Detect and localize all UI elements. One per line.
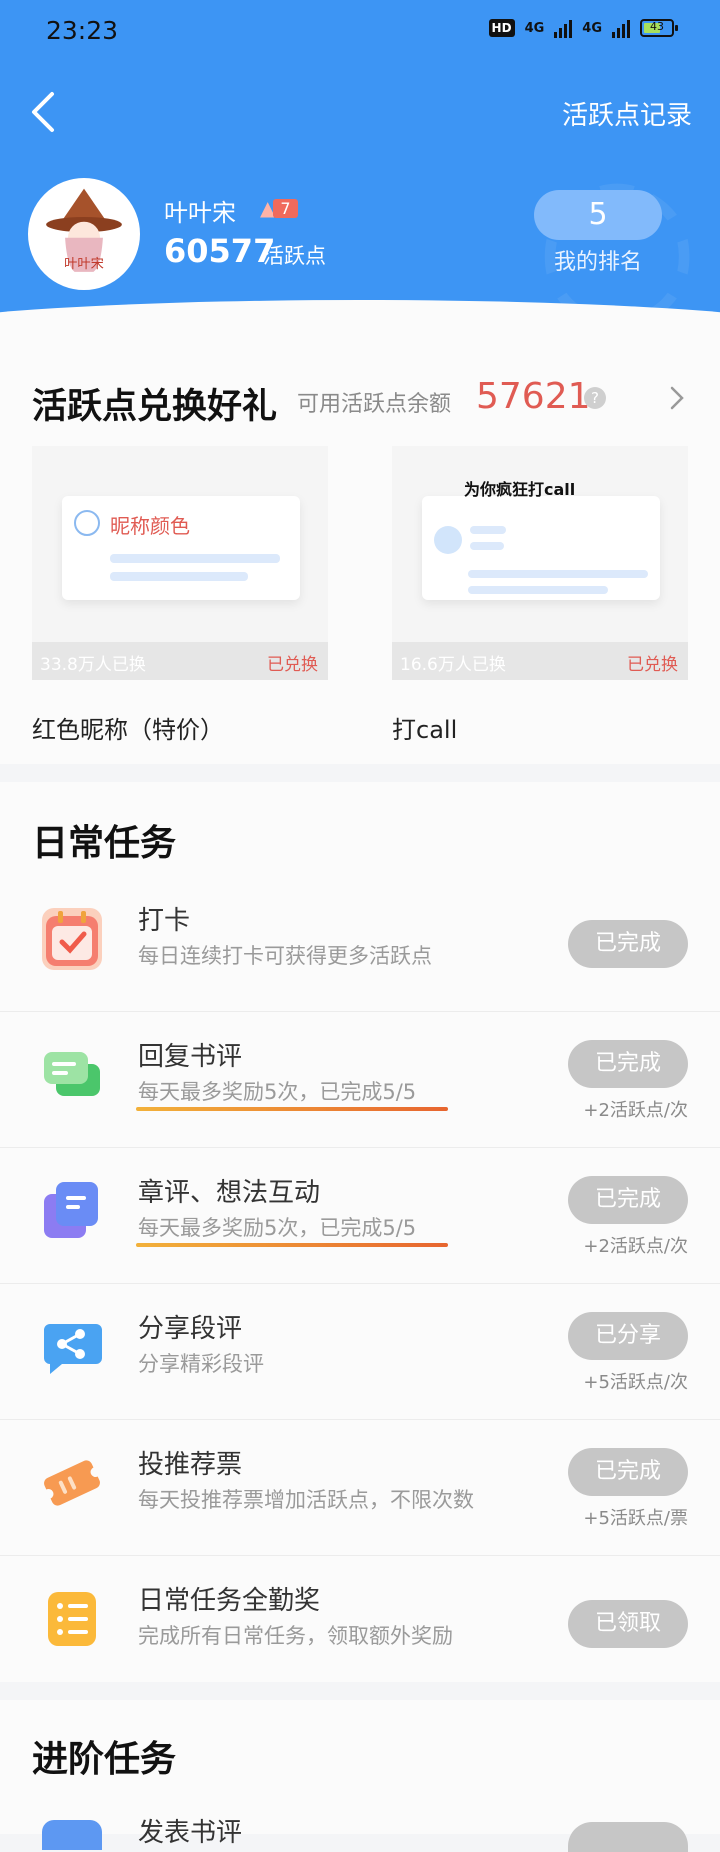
highlight-underline [136, 1107, 448, 1111]
fire-level: 7 [273, 198, 298, 218]
header-curve [0, 300, 720, 340]
task-reward: +2活跃点/次 [583, 1236, 688, 1257]
list-icon [42, 1588, 102, 1650]
task-name: 分享段评 [138, 1314, 243, 1344]
gift-footer: 33.8万人已换 已兑换 [32, 642, 328, 680]
task-desc: 每日连续打卡可获得更多活跃点 [138, 944, 432, 968]
preview-line [470, 526, 506, 534]
gift-name: 打call [392, 716, 458, 744]
gift-state: 已兑换 [267, 655, 318, 675]
gift-state: 已兑换 [627, 655, 678, 675]
task-full-attendance: 日常任务全勤奖 完成所有日常任务，领取额外奖励 已领取 [0, 1556, 720, 1692]
rank-value[interactable]: 5 [534, 190, 662, 240]
points-unit: 活跃点 [263, 244, 326, 268]
task-desc: 每天最多奖励5次，已完成5/5 [138, 1216, 417, 1240]
task-desc: 完成所有日常任务，领取额外奖励 [138, 1624, 453, 1648]
task-chapter-comment: 章评、想法互动 每天最多奖励5次，已完成5/5 已完成 +2活跃点/次 [0, 1148, 720, 1284]
rank-label[interactable]: 我的排名 [534, 244, 662, 276]
task-status-button[interactable]: 已领取 [568, 1600, 688, 1648]
preview-line [468, 586, 608, 594]
preview-line [470, 542, 504, 550]
battery-level: 43 [650, 20, 664, 33]
avatar[interactable]: 叶叶宋 [28, 178, 140, 290]
preview-line [110, 554, 280, 563]
balance-label: 可用活跃点余额 [297, 392, 452, 417]
notes-icon [42, 1180, 102, 1242]
task-reply-review: 回复书评 每天最多奖励5次，已完成5/5 已完成 +2活跃点/次 [0, 1012, 720, 1148]
status-bar: 23:23 HD 4G 4G 43 [0, 0, 720, 62]
points-value: 60577 [164, 232, 276, 270]
task-status-button[interactable]: 已完成 [568, 1040, 688, 1088]
task-status-button[interactable] [568, 1822, 688, 1852]
task-desc: 分享精彩段评 [138, 1352, 264, 1376]
avatar-caption: 叶叶宋 [64, 256, 104, 272]
task-name: 发表书评 [138, 1818, 243, 1848]
chat-bubbles-icon [42, 1044, 102, 1106]
hd-icon: HD [488, 19, 515, 37]
advanced-tasks-title: 进阶任务 [32, 1739, 177, 1780]
gift-thumbnail: 昵称颜色 33.8万人已换 已兑换 [32, 446, 328, 680]
task-name: 回复书评 [138, 1042, 243, 1072]
task-status-button[interactable]: 已完成 [568, 1448, 688, 1496]
task-reward: +2活跃点/次 [583, 1100, 688, 1121]
task-name: 日常任务全勤奖 [138, 1586, 321, 1616]
calendar-check-icon [42, 908, 102, 970]
task-name: 打卡 [138, 906, 191, 936]
username: 叶叶宋 [164, 199, 236, 227]
chevron-right-icon[interactable] [664, 380, 688, 416]
avatar-illustration: 叶叶宋 [46, 188, 122, 272]
task-desc: 每天最多奖励5次，已完成5/5 [138, 1080, 417, 1104]
daily-tasks-section: 日常任务 打卡 每日连续打卡可获得更多活跃点 已完成 回复书评 每天最多奖励5次… [0, 782, 720, 1682]
task-status-button[interactable]: 已完成 [568, 920, 688, 968]
preview-line [110, 572, 248, 581]
signal-icon [554, 18, 573, 38]
network-label-2: 4G [582, 20, 602, 36]
gift-preview: 昵称颜色 [62, 496, 300, 600]
task-status-button[interactable]: 已完成 [568, 1176, 688, 1224]
help-icon[interactable]: ? [584, 387, 606, 409]
highlight-underline [136, 1243, 448, 1247]
gift-preview-text: 为你疯狂打call [464, 480, 576, 499]
task-reward: +5活跃点/票 [583, 1508, 688, 1529]
gift-preview-text: 昵称颜色 [110, 514, 190, 538]
status-icons: HD 4G 4G 43 [488, 18, 678, 38]
signal-icon-2 [612, 18, 630, 38]
balance-value: 57621 [476, 376, 591, 417]
exchange-section: 活跃点兑换好礼 可用活跃点余额 57621 ? 昵称颜色 33.8万人已换 已兑… [0, 340, 720, 764]
post-review-icon [42, 1820, 102, 1850]
gift-name: 红色昵称（特价） [32, 716, 224, 744]
battery-icon: 43 [640, 19, 678, 37]
gift-footer: 16.6万人已换 已兑换 [392, 642, 688, 680]
preview-line [468, 570, 648, 578]
gift-count: 33.8万人已换 [40, 655, 146, 675]
daily-tasks-title: 日常任务 [32, 823, 177, 864]
task-status-button[interactable]: 已分享 [568, 1312, 688, 1360]
chevron-left-icon [32, 92, 54, 132]
exchange-title: 活跃点兑换好礼 [32, 387, 278, 427]
advanced-tasks-section: 进阶任务 发表书评 [0, 1700, 720, 1852]
task-checkin: 打卡 每日连续打卡可获得更多活跃点 已完成 [0, 876, 720, 1012]
task-desc: 每天投推荐票增加活跃点，不限次数 [138, 1488, 474, 1512]
share-icon [42, 1316, 102, 1378]
avatar-placeholder [434, 526, 462, 554]
gift-count: 16.6万人已换 [400, 655, 506, 675]
task-name: 章评、想法互动 [138, 1178, 321, 1208]
activity-record-link[interactable]: 活跃点记录 [562, 95, 692, 132]
gift-card-red-nickname[interactable]: 昵称颜色 33.8万人已换 已兑换 红色昵称（特价） [32, 446, 328, 745]
ticket-icon [42, 1452, 102, 1514]
gift-preview [422, 496, 660, 600]
network-label-1: 4G [524, 20, 545, 36]
task-share-comment: 分享段评 分享精彩段评 已分享 +5活跃点/次 [0, 1284, 720, 1420]
gift-card-call[interactable]: 为你疯狂打call 16.6万人已换 已兑换 打call [392, 446, 688, 745]
gift-thumbnail: 为你疯狂打call 16.6万人已换 已兑换 [392, 446, 688, 680]
task-recommend-vote: 投推荐票 每天投推荐票增加活跃点，不限次数 已完成 +5活跃点/票 [0, 1420, 720, 1556]
user-icon [74, 510, 100, 536]
back-button[interactable] [24, 88, 64, 136]
fire-level-badge: ▲ 7 [260, 196, 298, 220]
task-name: 投推荐票 [138, 1450, 243, 1480]
status-time: 23:23 [46, 16, 119, 45]
task-reward: +5活跃点/次 [583, 1372, 688, 1393]
